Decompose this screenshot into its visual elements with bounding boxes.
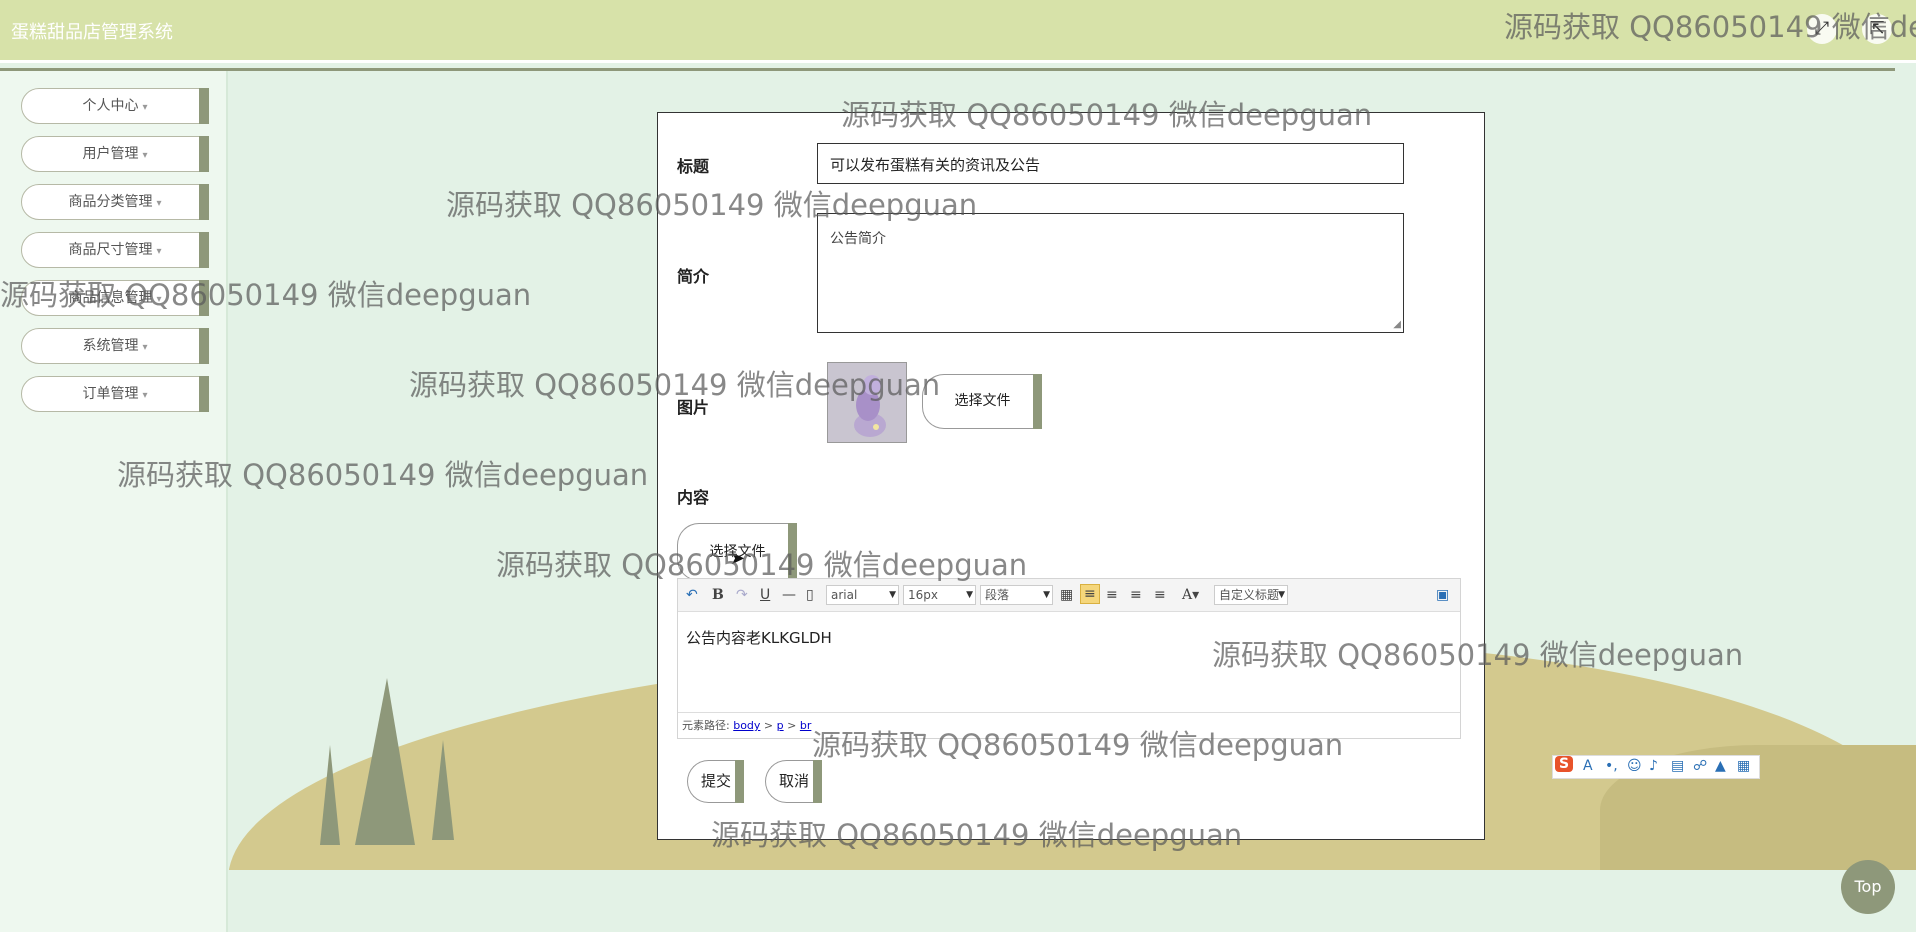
- caret-down-icon: ▾: [142, 390, 148, 401]
- summary-text: 公告简介: [830, 231, 886, 247]
- sidebar-item-label: 用户管理: [82, 146, 139, 162]
- font-color-icon[interactable]: A▾: [1182, 587, 1199, 603]
- title-label: 标题: [677, 157, 710, 176]
- submit-label: 提交: [700, 772, 731, 790]
- watermark: 源码获取 QQ86050149 微信deepguan: [446, 188, 978, 222]
- element-path-label: 元素路径:: [682, 719, 730, 732]
- sidebar: 个人中心 ▾ 用户管理 ▾ 商品分类管理 ▾ 商品尺寸管理 ▾ 商品信息管理 ▾ 系统管理…: [0, 71, 228, 932]
- sidebar-item-label: 商品尺寸管理: [68, 242, 153, 258]
- watermark: 源码获取 QQ86050149 微信deepguan: [711, 818, 1243, 852]
- path-br-link[interactable]: br: [800, 719, 812, 732]
- resize-grip-icon[interactable]: ◢: [1393, 319, 1401, 330]
- sidebar-item-label: 商品分类管理: [68, 194, 153, 210]
- sidebar-item-personal-center[interactable]: 个人中心 ▾: [21, 88, 209, 124]
- ime-voice-icon[interactable]: ♪: [1649, 758, 1658, 774]
- watermark: 源码获取 QQ86050149 微信deepguan: [841, 98, 1373, 132]
- sidebar-item-accent: [199, 136, 209, 172]
- sidebar-item-size[interactable]: 商品尺寸管理 ▾: [21, 232, 209, 268]
- choose-file-label: 选择文件: [954, 393, 1011, 409]
- page-break-icon[interactable]: ▯: [806, 587, 814, 603]
- background-band: [228, 870, 1916, 932]
- ime-punctuation-icon[interactable]: •,: [1605, 758, 1618, 774]
- sidebar-item-orders[interactable]: 订单管理 ▾: [21, 376, 209, 412]
- align-left-icon[interactable]: ≡: [1080, 584, 1100, 604]
- sidebar-item-label: 订单管理: [82, 386, 139, 402]
- watermark: 源码获取 QQ86050149 微信de: [1504, 10, 1916, 44]
- font-size-select[interactable]: 16px ▼: [903, 585, 976, 605]
- cancel-label: 取消: [778, 772, 809, 790]
- button-accent: [1033, 374, 1042, 429]
- undo-icon[interactable]: ↶: [686, 587, 698, 603]
- caret-down-icon: ▾: [156, 198, 162, 209]
- title-input[interactable]: 可以发布蛋糕有关的资讯及公告: [817, 143, 1404, 184]
- path-body-link[interactable]: body: [733, 719, 760, 732]
- ime-logo-icon[interactable]: S: [1555, 756, 1574, 772]
- horizontal-rule-icon[interactable]: —: [782, 587, 796, 603]
- button-accent: [813, 760, 822, 803]
- caret-down-icon: ▾: [142, 150, 148, 161]
- font-family-select[interactable]: arial ▼: [826, 585, 899, 605]
- ime-skin-icon[interactable]: ▲: [1715, 758, 1726, 774]
- tree-illustration: [320, 678, 454, 845]
- content-label: 内容: [677, 488, 710, 507]
- watermark: 源码获取 QQ86050149 微信deepguan: [0, 278, 532, 312]
- sidebar-item-accent: [199, 184, 209, 220]
- dropdown-arrow-icon: ▼: [889, 590, 896, 600]
- sidebar-item-accent: [199, 328, 209, 364]
- align-justify-icon[interactable]: ≡: [1154, 587, 1166, 603]
- underline-icon[interactable]: U: [760, 587, 770, 603]
- custom-title-select[interactable]: 自定义标题 ▼: [1214, 585, 1288, 605]
- html-source-icon[interactable]: ▣: [1436, 587, 1449, 603]
- ime-emoji-icon[interactable]: ☺: [1627, 758, 1642, 774]
- sidebar-item-accent: [199, 376, 209, 412]
- redo-icon[interactable]: ↷: [736, 587, 748, 603]
- sidebar-item-category[interactable]: 商品分类管理 ▾: [21, 184, 209, 220]
- input-method-toolbar: S A •, ☺ ♪ ▤ ☍ ▲ ▦: [1552, 755, 1760, 779]
- paragraph-value: 段落: [985, 588, 1010, 602]
- title-input-value: 可以发布蛋糕有关的资讯及公告: [830, 156, 1041, 174]
- font-size-value: 16px: [908, 588, 938, 602]
- watermark: 源码获取 QQ86050149 微信deepguan: [1212, 638, 1744, 672]
- bold-icon[interactable]: B: [712, 587, 724, 603]
- summary-textarea[interactable]: 公告简介 ◢: [817, 213, 1404, 333]
- watermark: 源码获取 QQ86050149 微信deepguan: [117, 458, 649, 492]
- app-title: 蛋糕甜品店管理系统: [11, 22, 173, 43]
- align-right-icon[interactable]: ≡: [1106, 587, 1118, 603]
- dropdown-arrow-icon: ▼: [1278, 590, 1285, 600]
- ime-keyboard-icon[interactable]: ▤: [1671, 758, 1684, 774]
- button-accent: [735, 760, 744, 803]
- dropdown-arrow-icon: ▼: [966, 590, 973, 600]
- path-p-link[interactable]: p: [777, 719, 784, 732]
- submit-button[interactable]: 提交: [687, 760, 744, 803]
- header-divider: [0, 68, 1895, 71]
- back-to-top-button[interactable]: Top: [1841, 860, 1895, 914]
- caret-down-icon: ▾: [142, 102, 148, 113]
- custom-title-value: 自定义标题: [1219, 588, 1280, 602]
- caret-down-icon: ▾: [142, 342, 148, 353]
- sidebar-item-label: 个人中心: [82, 98, 139, 114]
- summary-label: 简介: [677, 267, 710, 286]
- sidebar-item-system[interactable]: 系统管理 ▾: [21, 328, 209, 364]
- font-family-value: arial: [831, 588, 858, 602]
- cancel-button[interactable]: 取消: [765, 760, 822, 803]
- ime-menu-icon[interactable]: ▦: [1737, 758, 1750, 774]
- dropdown-arrow-icon: ▼: [1043, 590, 1050, 600]
- watermark: 源码获取 QQ86050149 微信deepguan: [496, 548, 1028, 582]
- sidebar-item-users[interactable]: 用户管理 ▾: [21, 136, 209, 172]
- align-center-icon[interactable]: ≡: [1130, 587, 1142, 603]
- sidebar-item-accent: [199, 88, 209, 124]
- sidebar-item-label: 系统管理: [82, 338, 139, 354]
- caret-down-icon: ▾: [156, 246, 162, 257]
- ime-tools-icon[interactable]: ☍: [1693, 758, 1707, 774]
- sidebar-item-accent: [199, 232, 209, 268]
- paragraph-select[interactable]: 段落 ▼: [980, 585, 1053, 605]
- table-icon[interactable]: ▦: [1060, 587, 1073, 603]
- editor-content[interactable]: 公告内容老KLKGLDH: [686, 627, 832, 648]
- ime-language-icon[interactable]: A: [1583, 758, 1593, 774]
- watermark: 源码获取 QQ86050149 微信deepguan: [409, 368, 941, 402]
- watermark: 源码获取 QQ86050149 微信deepguan: [812, 728, 1344, 762]
